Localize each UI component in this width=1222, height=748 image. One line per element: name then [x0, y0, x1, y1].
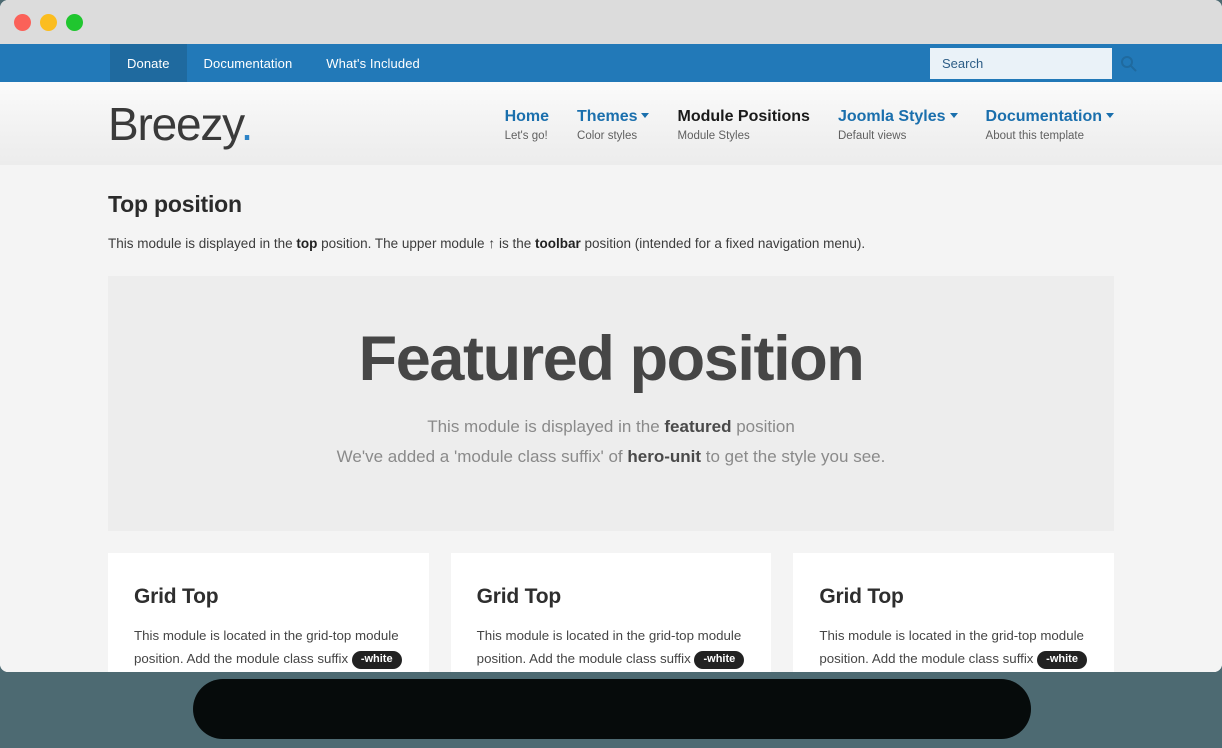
logo-text: Breezy	[108, 97, 242, 150]
toolbar-item-documentation[interactable]: Documentation	[187, 44, 310, 82]
nav-item-themes[interactable]: Themes Color styles	[577, 107, 650, 144]
redaction-overlay	[193, 679, 1031, 739]
search-input[interactable]	[942, 56, 1118, 71]
nav-item-module-positions-subtitle: Module Styles	[677, 129, 750, 142]
featured-line-2-part2: to get the style you see.	[701, 447, 886, 467]
window-titlebar	[0, 0, 1222, 44]
grid-top-card-title: Grid Top	[134, 584, 219, 608]
featured-title: Featured position	[358, 323, 865, 394]
module-class-suffix-badge: -white	[694, 650, 745, 669]
nav-item-module-positions-title: Module Positions	[677, 107, 810, 125]
close-window-button[interactable]	[14, 13, 31, 31]
nav-item-documentation[interactable]: Documentation About this template	[986, 107, 1114, 144]
page-desc-part2: position. The upper module	[317, 236, 489, 251]
nav-item-joomla-styles-title: Joomla Styles	[837, 107, 946, 125]
module-class-suffix-badge: -white	[1037, 650, 1087, 669]
logo-dot: .	[240, 97, 254, 150]
maximize-window-button[interactable]	[66, 13, 83, 31]
page-desc-bold-top: top	[296, 236, 318, 251]
grid-top-card: Grid Top This module is located in the g…	[108, 552, 429, 672]
grid-top-modules: Grid Top This module is located in the g…	[108, 552, 1115, 672]
nav-item-documentation-subtitle: About this template	[985, 129, 1084, 142]
grid-top-card-title: Grid Top	[476, 584, 562, 608]
grid-top-card: Grid Top This module is located in the g…	[450, 552, 772, 672]
nav-item-themes-subtitle: Color styles	[577, 129, 638, 142]
featured-line-2: We've added a 'module class suffix' of h…	[337, 444, 886, 470]
chevron-down-icon	[641, 112, 650, 118]
search-icon	[1121, 56, 1137, 72]
page-desc-bold-toolbar: toolbar	[535, 236, 581, 251]
nav-item-module-positions[interactable]: Module Positions Module Styles	[677, 107, 809, 144]
nav-item-documentation-title: Documentation	[985, 107, 1102, 125]
featured-line-2-bold: hero-unit	[627, 447, 702, 467]
traffic-light-controls	[14, 13, 83, 31]
nav-item-home[interactable]: Home Let's go!	[505, 107, 549, 144]
browser-window: Donate Documentation What's Included Bre…	[0, 0, 1222, 672]
featured-line-1-part2: position	[731, 417, 795, 437]
module-class-suffix-badge: -white	[351, 650, 402, 669]
main-navigation: Home Let's go! Themes Color styles Modul…	[505, 103, 1114, 144]
toolbar-nav: Donate Documentation What's Included	[110, 44, 437, 82]
grid-top-card-body: This module is located in the grid-top m…	[134, 625, 403, 672]
nav-item-home-title: Home	[504, 107, 550, 125]
toolbar-search	[930, 48, 1137, 79]
grid-top-card: Grid Top This module is located in the g…	[793, 552, 1115, 672]
nav-item-joomla-styles[interactable]: Joomla Styles Default views	[838, 107, 958, 144]
minimize-window-button[interactable]	[40, 13, 57, 31]
chevron-down-icon	[949, 112, 958, 118]
page-title: Top position	[108, 191, 242, 217]
nav-item-joomla-styles-subtitle: Default views	[837, 129, 907, 142]
search-submit-button[interactable]	[1118, 55, 1139, 72]
toolbar-item-whats-included[interactable]: What's Included	[309, 44, 437, 82]
featured-line-1-part1: This module is displayed in the	[427, 417, 665, 437]
featured-position-module: Featured position This module is display…	[108, 275, 1114, 531]
chevron-down-icon	[1106, 112, 1114, 118]
toolbar-position-module: Donate Documentation What's Included	[0, 44, 1222, 82]
page-description: This module is displayed in the top posi…	[108, 234, 1114, 254]
site-header: Breezy. Home Let's go! Themes Color styl…	[0, 82, 1222, 165]
grid-top-card-title: Grid Top	[819, 584, 904, 608]
page-desc-part3: is the	[495, 236, 535, 251]
page-desc-part4: position (intended for a fixed navigatio…	[580, 236, 866, 251]
nav-item-home-subtitle: Let's go!	[504, 129, 548, 142]
grid-top-card-body: This module is located in the grid-top m…	[819, 625, 1088, 672]
page-desc-part1: This module is displayed in the	[108, 236, 297, 251]
toolbar-item-donate[interactable]: Donate	[110, 44, 187, 82]
featured-line-1: This module is displayed in the featured…	[427, 414, 795, 440]
featured-line-1-bold: featured	[664, 417, 732, 437]
featured-line-2-part1: We've added a 'module class suffix' of	[336, 447, 628, 467]
site-logo[interactable]: Breezy.	[108, 97, 254, 150]
grid-top-card-body: This module is located in the grid-top m…	[477, 625, 746, 672]
nav-item-themes-title: Themes	[577, 107, 638, 125]
page-content: Top position This module is displayed in…	[0, 165, 1222, 672]
